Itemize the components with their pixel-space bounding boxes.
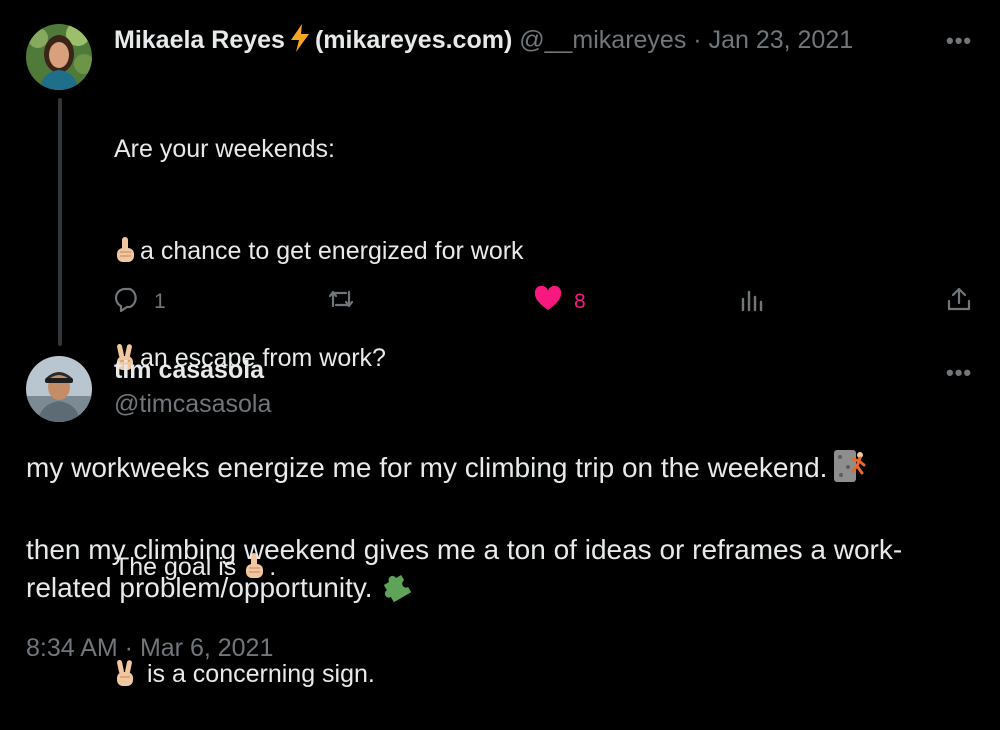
parent-tweet-date[interactable]: Jan 23, 2021 (709, 26, 854, 54)
retweet-icon (326, 286, 356, 318)
reply-paragraph: then my climbing weekend gives me a ton … (26, 531, 976, 613)
reply-icon (114, 286, 142, 318)
reply-author-name[interactable]: tim casasola (114, 356, 264, 385)
parent-author-avatar[interactable] (26, 24, 92, 90)
thread-connector-line (58, 98, 62, 346)
victory-hand-icon (114, 659, 136, 696)
tweet-line: a chance to get energized for work (114, 234, 524, 273)
parent-tweet-actions: 1 8 (114, 284, 976, 316)
person-climbing-icon (833, 449, 867, 493)
header-separator: · (693, 26, 702, 54)
heart-icon (534, 285, 562, 318)
share-icon (946, 286, 972, 318)
reply-count: 1 (154, 290, 166, 313)
like-button[interactable]: 8 (534, 285, 586, 318)
reply-paragraph: my workweeks energize me for my climbing… (26, 449, 976, 493)
parent-tweet-header: Mikaela Reyes (mikareyes.com) @__mikareye… (114, 24, 853, 60)
reply-timestamp[interactable]: 8:34 AM · Mar 6, 2021 (26, 634, 273, 663)
reply-author-avatar[interactable] (26, 356, 92, 422)
tweet-line: Are your weekends: (114, 135, 335, 163)
reply-tweet-text: my workweeks energize me for my climbing… (26, 449, 976, 613)
lightning-bolt-icon (289, 24, 311, 60)
parent-author-handle[interactable]: @__mikareyes (519, 26, 686, 54)
parent-more-options-button[interactable]: ••• (946, 28, 972, 54)
like-count: 8 (574, 290, 586, 313)
share-button[interactable] (946, 286, 972, 318)
analytics-button[interactable] (740, 286, 766, 318)
retweet-button[interactable] (326, 286, 356, 318)
reply-author-handle[interactable]: @timcasasola (114, 390, 271, 419)
puzzle-piece-icon (379, 569, 413, 613)
analytics-icon (740, 286, 766, 318)
reply-button[interactable]: 1 (114, 286, 166, 318)
parent-author-name-suffix[interactable]: (mikareyes.com) (315, 26, 512, 54)
index-pointing-up-icon (114, 236, 136, 273)
parent-author-name[interactable]: Mikaela Reyes (114, 26, 285, 54)
reply-more-options-button[interactable]: ••• (946, 360, 972, 386)
